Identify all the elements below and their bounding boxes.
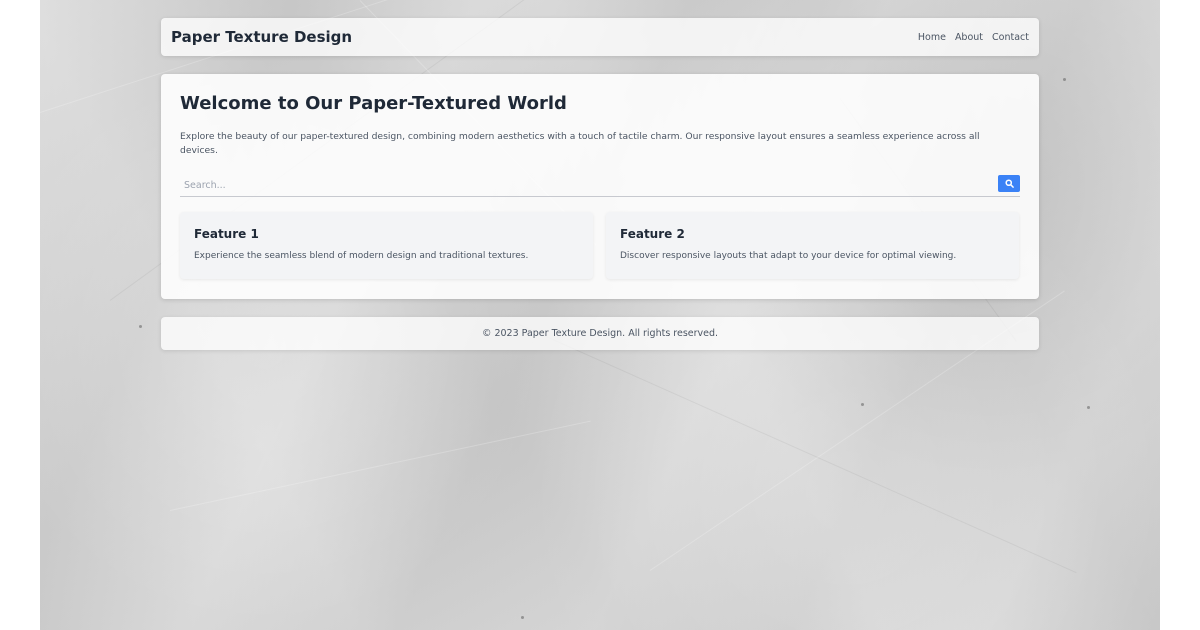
feature-title: Feature 2 [620, 227, 685, 241]
search-bar [180, 175, 1020, 197]
main-content-card: Welcome to Our Paper-Textured World Expl… [161, 74, 1039, 299]
feature-description: Experience the seamless blend of modern … [194, 251, 529, 261]
paper-crease [169, 420, 591, 511]
nav-contact-link[interactable]: Contact [992, 32, 1029, 43]
footer-copyright: © 2023 Paper Texture Design. All rights … [481, 328, 719, 339]
main-intro-text: Explore the beauty of our paper-textured… [180, 131, 980, 156]
search-input[interactable] [180, 176, 992, 195]
feature-list: Feature 1 Experience the seamless blend … [180, 212, 1020, 279]
paper-crease [509, 320, 1077, 574]
paper-speck [1087, 406, 1090, 409]
search-icon [1004, 179, 1014, 188]
search-button[interactable] [998, 175, 1020, 192]
paper-speck [1063, 78, 1066, 81]
paper-speck [521, 616, 524, 619]
site-footer: © 2023 Paper Texture Design. All rights … [161, 317, 1039, 350]
paper-speck [861, 403, 864, 406]
feature-card: Feature 1 Experience the seamless blend … [180, 212, 593, 279]
nav-home-link[interactable]: Home [918, 32, 946, 43]
paper-speck [139, 325, 142, 328]
feature-title: Feature 1 [194, 227, 259, 241]
top-navigation: Home About Contact [918, 32, 1029, 43]
site-title: Paper Texture Design [171, 28, 353, 46]
main-heading: Welcome to Our Paper-Textured World [180, 93, 567, 114]
feature-description: Discover responsive layouts that adapt t… [620, 251, 957, 261]
site-header: Paper Texture Design Home About Contact [161, 18, 1039, 56]
feature-card: Feature 2 Discover responsive layouts th… [606, 212, 1019, 279]
nav-about-link[interactable]: About [955, 32, 983, 43]
